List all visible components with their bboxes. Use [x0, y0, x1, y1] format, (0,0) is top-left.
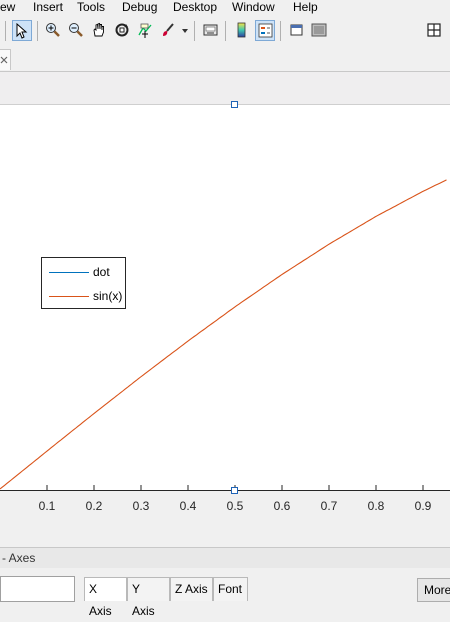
zoom-out-icon[interactable]	[66, 20, 86, 41]
colorbar-icon[interactable]	[232, 20, 252, 41]
chevron-down-icon[interactable]	[182, 29, 188, 33]
property-list[interactable]	[0, 576, 75, 602]
more-properties-button[interactable]: More	[417, 578, 450, 602]
hide-plot-tools-icon[interactable]	[287, 20, 307, 41]
legend-label-sin: sin(x)	[93, 289, 123, 303]
rotate-3d-icon[interactable]	[112, 20, 132, 41]
legend-label-dot: dot	[93, 265, 110, 279]
property-inspector: X Axis Y Axis Z Axis Font More	[0, 568, 450, 618]
x-tick-label: 0.2	[85, 499, 103, 513]
pan-hand-icon[interactable]	[89, 20, 109, 41]
menu-debug[interactable]: Debug	[122, 0, 157, 14]
tab-x-axis[interactable]: X Axis	[84, 577, 127, 618]
x-tick-label: 0.8	[367, 499, 385, 513]
toolbar-separator	[194, 21, 195, 41]
legend-icon[interactable]	[255, 20, 275, 41]
select-arrow-icon[interactable]	[12, 20, 32, 41]
toolbar-separator	[225, 21, 226, 41]
menu-tools[interactable]: Tools	[77, 0, 105, 14]
inspector-title-text: - Axes	[2, 551, 36, 565]
figure-tab[interactable]	[0, 49, 11, 70]
selection-handle-top[interactable]	[231, 101, 238, 108]
x-tick-label: 0.7	[320, 499, 338, 513]
dock-icon[interactable]	[424, 20, 444, 41]
menu-insert[interactable]: Insert	[33, 0, 63, 14]
series-line-sin[interactable]	[0, 179, 447, 490]
menu-desktop[interactable]: Desktop	[173, 0, 217, 14]
x-tick-label: 0.5	[226, 499, 244, 513]
toolbar-separator	[37, 21, 38, 41]
tab-y-axis[interactable]: Y Axis	[127, 577, 170, 618]
figure-toolbar	[0, 15, 450, 48]
menu-window[interactable]: Window	[232, 0, 275, 14]
selection-handle-bottom[interactable]	[231, 487, 238, 494]
x-tick-label: 0.6	[273, 499, 291, 513]
toolbar-separator	[5, 21, 6, 41]
brush-icon[interactable]	[158, 20, 178, 41]
x-tick-label: 0.3	[132, 499, 150, 513]
print-preview-icon[interactable]	[201, 20, 221, 41]
toolbar-separator	[280, 21, 281, 41]
close-icon[interactable]	[0, 56, 8, 64]
x-tick-label: 0.9	[414, 499, 432, 513]
x-tick-label: 0.4	[179, 499, 197, 513]
show-plot-tools-icon[interactable]	[309, 20, 329, 41]
property-inspector-title: - Axes	[0, 547, 450, 569]
zoom-in-icon[interactable]	[43, 20, 63, 41]
legend-line-dot	[49, 272, 89, 273]
x-tick-label: 0.1	[38, 499, 56, 513]
data-cursor-icon[interactable]	[135, 20, 155, 41]
legend-line-sin	[49, 296, 89, 297]
document-tab-strip	[0, 47, 450, 72]
tab-z-axis[interactable]: Z Axis	[170, 577, 213, 601]
menu-bar: ew Insert Tools Debug Desktop Window Hel…	[0, 0, 450, 15]
legend[interactable]: dot sin(x)	[41, 257, 126, 309]
menu-help[interactable]: Help	[293, 0, 318, 14]
figure-header	[0, 72, 450, 105]
menu-view[interactable]: ew	[0, 0, 15, 14]
tab-font[interactable]: Font	[213, 577, 248, 601]
figure-canvas: dot sin(x) 0.1 0.2 0.3 0.4 0.5 0.6 0.7 0.8 0.9	[0, 101, 450, 547]
